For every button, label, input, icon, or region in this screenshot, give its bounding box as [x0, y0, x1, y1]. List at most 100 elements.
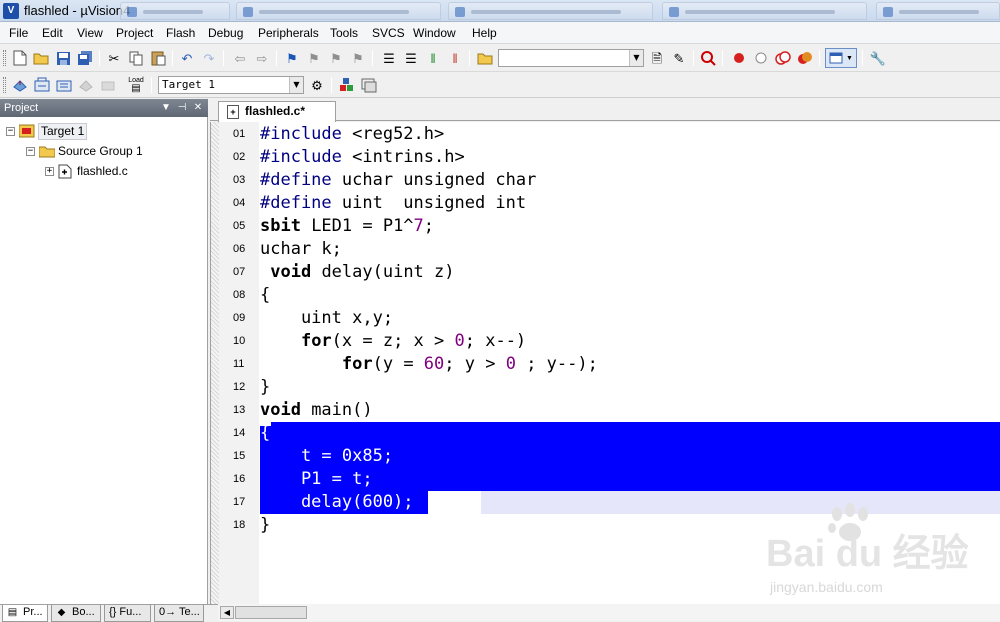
bookmark-clear-icon[interactable]: ⚑ — [349, 49, 367, 67]
indent-icon[interactable]: ☰ — [380, 49, 398, 67]
editor-tab-flashled[interactable]: + flashled.c* — [218, 101, 336, 122]
collapse-icon[interactable]: − — [6, 126, 15, 136]
code-line[interactable]: void delay(uint z) — [260, 261, 454, 284]
insert-breakpoint-icon[interactable] — [730, 49, 748, 67]
find-in-files-icon[interactable] — [476, 49, 494, 67]
comment-icon[interactable]: ‖ — [424, 49, 442, 67]
open-folder-icon[interactable] — [32, 49, 50, 67]
debug-session-icon[interactable] — [699, 49, 717, 67]
pin-icon[interactable]: ⊣ — [176, 100, 188, 114]
panel-menu-icon[interactable]: ▼ — [160, 100, 172, 114]
window-layout-dropdown[interactable]: ▼ — [825, 48, 857, 68]
project-panel-header: Project ▼ ⊣ ✕ — [0, 99, 208, 117]
rebuild-icon[interactable] — [55, 76, 73, 94]
target-options-icon[interactable]: ⚙ — [308, 76, 326, 94]
menu-peripherals[interactable]: Peripherals — [258, 26, 319, 40]
tab-functions[interactable]: {} Fu... — [104, 605, 151, 622]
code-line[interactable]: P1 = t; — [260, 468, 373, 491]
code-line[interactable]: uint x,y; — [260, 307, 393, 330]
expand-icon[interactable]: + — [45, 166, 54, 176]
uncomment-icon[interactable]: ‖ — [446, 49, 464, 67]
manage-project-items-icon[interactable] — [338, 76, 356, 94]
toolbar-grip[interactable] — [3, 77, 6, 93]
menu-debug[interactable]: Debug — [208, 26, 243, 40]
code-line[interactable]: for(x = z; x > 0; x--) — [260, 330, 526, 353]
disable-all-breakpoints-icon[interactable] — [774, 49, 792, 67]
cut-icon[interactable]: ✂ — [105, 49, 123, 67]
line-number: 04 — [233, 197, 246, 209]
copy-icon[interactable] — [127, 49, 145, 67]
code-line[interactable]: void main() — [260, 399, 373, 422]
translate-icon[interactable] — [11, 76, 29, 94]
tab-books[interactable]: ◆ Bo... — [51, 605, 101, 622]
line-number: 14 — [233, 427, 246, 439]
code-line[interactable]: sbit LED1 = P1^7; — [260, 215, 434, 238]
tree-item-target[interactable]: − Target 1 — [6, 122, 88, 140]
batch-build-icon[interactable] — [77, 76, 95, 94]
new-file-icon[interactable] — [11, 49, 29, 67]
line-number: 13 — [233, 404, 246, 416]
incremental-find-icon[interactable]: ✎ — [670, 49, 688, 67]
code-line[interactable]: for(y = 60; y > 0 ; y--); — [260, 353, 598, 376]
save-all-icon[interactable] — [76, 49, 94, 67]
code-editor[interactable]: 01 02 03 04 05 06 07 08 09 10 11 12 13 14 15 16 17 18 #in… — [210, 122, 1000, 604]
chevron-down-icon[interactable]: ▼ — [289, 77, 303, 93]
horizontal-scrollbar[interactable]: ◀ — [218, 604, 1000, 621]
kill-all-breakpoints-icon[interactable] — [796, 49, 814, 67]
unindent-icon[interactable]: ☰ — [402, 49, 420, 67]
find-icon[interactable]: 🗎 — [648, 49, 666, 67]
save-icon[interactable] — [54, 49, 72, 67]
navigate-forward-icon[interactable]: ⇨ — [253, 49, 271, 67]
menu-flash[interactable]: Flash — [166, 26, 195, 40]
current-line-highlight — [481, 491, 1000, 514]
line-number: 05 — [233, 220, 246, 232]
code-line[interactable]: delay(600); — [260, 491, 414, 514]
paste-icon[interactable] — [149, 49, 167, 67]
menu-window[interactable]: Window — [413, 26, 456, 40]
code-line[interactable]: #define uchar unsigned char — [260, 169, 536, 192]
toolbar-grip[interactable] — [3, 50, 6, 66]
close-icon[interactable]: ✕ — [192, 100, 204, 114]
collapse-icon[interactable]: − — [26, 146, 35, 156]
stop-build-icon[interactable] — [99, 76, 117, 94]
menu-svcs[interactable]: SVCS — [372, 26, 405, 40]
line-number: 06 — [233, 243, 246, 255]
menu-tools[interactable]: Tools — [330, 26, 358, 40]
code-line[interactable]: { — [260, 422, 270, 445]
code-line[interactable]: { — [260, 284, 270, 307]
enable-breakpoint-icon[interactable] — [752, 49, 770, 67]
bookmark-next-icon[interactable]: ⚑ — [327, 49, 345, 67]
menu-edit[interactable]: Edit — [42, 26, 63, 40]
chevron-down-icon[interactable]: ▼ — [629, 50, 643, 66]
scroll-left-icon[interactable]: ◀ — [220, 606, 234, 619]
navigate-back-icon[interactable]: ⇦ — [231, 49, 249, 67]
bookmark-previous-icon[interactable]: ⚑ — [305, 49, 323, 67]
undo-icon[interactable]: ↶ — [178, 49, 196, 67]
bookmark-insert-icon[interactable]: ⚑ — [283, 49, 301, 67]
select-packs-icon[interactable] — [360, 76, 378, 94]
code-line[interactable]: } — [260, 376, 270, 399]
tab-templates[interactable]: 0→ Te... — [154, 605, 204, 622]
menu-view[interactable]: View — [77, 26, 103, 40]
code-line[interactable]: } — [260, 514, 270, 537]
tab-project[interactable]: ▤ Pr... — [2, 605, 48, 622]
configure-icon[interactable]: 🔧 — [869, 49, 887, 67]
menu-file[interactable]: File — [9, 26, 28, 40]
code-line[interactable]: uchar k; — [260, 238, 342, 261]
menu-project[interactable]: Project — [116, 26, 153, 40]
tree-item-file[interactable]: + flashled.c — [45, 162, 128, 180]
build-icon[interactable] — [33, 76, 51, 94]
tab-project-label: Pr... — [23, 606, 43, 618]
redo-icon[interactable]: ↷ — [200, 49, 218, 67]
scrollbar-thumb[interactable] — [235, 606, 307, 619]
menu-help[interactable]: Help — [472, 26, 497, 40]
find-combo[interactable]: ▼ — [498, 49, 644, 67]
select-target-combo[interactable]: Target 1 ▼ — [158, 76, 304, 94]
code-line[interactable]: #include <intrins.h> — [260, 146, 465, 169]
tree-item-source-group[interactable]: − Source Group 1 — [26, 142, 143, 160]
code-line[interactable]: t = 0x85; — [260, 445, 393, 468]
code-line[interactable]: #include <reg52.h> — [260, 123, 444, 146]
uvision-app-icon[interactable]: V — [3, 3, 19, 19]
code-line[interactable]: #define uint unsigned int — [260, 192, 526, 215]
download-button[interactable]: Load ▤ — [124, 76, 148, 94]
